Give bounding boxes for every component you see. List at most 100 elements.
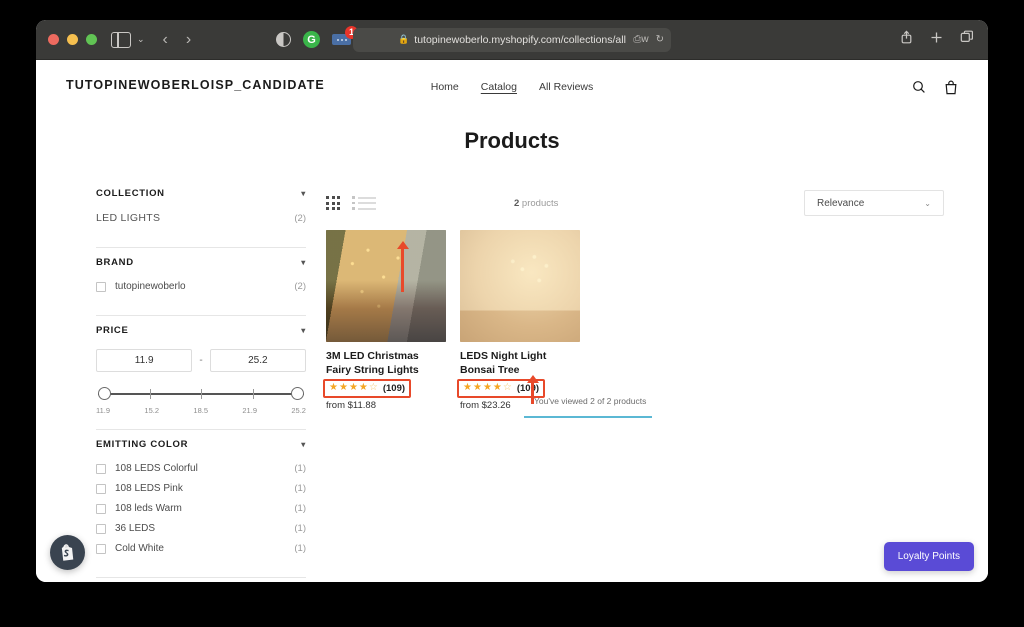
browser-titlebar: ⌄ ‹ › G 1 🔒 tutopinewoberlo.myshopify.co… — [36, 20, 988, 60]
review-count: (109) — [382, 382, 406, 394]
checkbox[interactable] — [96, 523, 106, 534]
filter-option-count: (1) — [294, 463, 306, 475]
checkbox[interactable] — [96, 281, 106, 292]
product-title[interactable]: LEDS Night Light Bonsai Tree — [460, 349, 580, 377]
filter-option-108-leds-colorful[interactable]: 108 LEDS Colorful (1) — [96, 463, 306, 474]
slider-tick — [149, 389, 151, 400]
sidebar-toggle-icon[interactable] — [111, 31, 131, 48]
window-controls[interactable] — [48, 34, 97, 45]
filter-option-count: (2) — [294, 212, 306, 224]
filter-option-label: tutopinewoberlo — [115, 281, 186, 293]
star-icon: ★ — [482, 382, 492, 394]
store-name[interactable]: TUTOPINEWOBERLOISP_CANDIDATE — [66, 76, 324, 94]
star-icon: ★ — [472, 382, 482, 394]
catalog-body: COLLECTION ▾ LED LIGHTS (2) BRAND ▾ tuto… — [36, 188, 988, 579]
browser-window: ⌄ ‹ › G 1 🔒 tutopinewoberlo.myshopify.co… — [36, 20, 988, 582]
product-title[interactable]: 3M LED Christmas Fairy String Lights — [326, 349, 446, 377]
shopify-chat-bubble[interactable] — [50, 535, 85, 570]
price-min-input[interactable]: 11.9 — [96, 349, 193, 373]
shopify-bag-icon — [61, 544, 74, 561]
url-bar[interactable]: 🔒 tutopinewoberlo.myshopify.com/collecti… — [353, 27, 671, 52]
filter-option-label: 36 LEDS — [115, 523, 156, 535]
filter-option-108-leds-pink[interactable]: 108 LEDS Pink (1) — [96, 483, 306, 494]
price-separator: - — [199, 355, 203, 367]
checkbox[interactable] — [96, 543, 106, 554]
price-tick: 18.5 — [193, 406, 209, 416]
price-max-input[interactable]: 25.2 — [209, 349, 306, 373]
new-tab-button[interactable] — [930, 31, 943, 49]
chevron-down-icon[interactable]: ⌄ — [137, 34, 145, 45]
page-title: Products — [464, 128, 560, 154]
desktop-background: ⌄ ‹ › G 1 🔒 tutopinewoberlo.myshopify.co… — [0, 0, 1024, 627]
search-icon[interactable] — [912, 80, 926, 94]
filter-option-label: LED LIGHTS — [96, 212, 161, 225]
filter-header-brand[interactable]: BRAND ▾ — [96, 257, 306, 268]
filter-option-label: Cold White — [115, 543, 164, 555]
lock-icon: 🔒 — [398, 34, 410, 44]
reader-icon[interactable]: ⎙w — [633, 34, 648, 45]
filter-option-led-lights[interactable]: LED LIGHTS (2) — [96, 212, 306, 224]
grammarly-extension-icon[interactable]: G — [303, 31, 320, 48]
product-count: 2 products — [514, 198, 558, 209]
chevron-down-icon[interactable]: ▾ — [301, 189, 306, 198]
close-window-button[interactable] — [48, 34, 59, 45]
minimize-window-button[interactable] — [67, 34, 78, 45]
slider-knob-min[interactable] — [98, 387, 111, 401]
tabs-overview-icon[interactable] — [960, 30, 974, 49]
annotation-arrow — [396, 241, 409, 293]
filter-option-count: (1) — [294, 523, 306, 535]
filter-header-collection[interactable]: COLLECTION ▾ — [96, 188, 306, 199]
filter-option-tutopinewoberlo[interactable]: tutopinewoberlo (2) — [96, 281, 306, 292]
contrast-icon[interactable] — [276, 32, 291, 47]
list-view-icon[interactable] — [352, 196, 376, 210]
filter-group-price: PRICE ▾ 11.9 - 25.2 11.9 15.2 18.5 21.9 … — [96, 316, 306, 431]
review-count: (109) — [516, 382, 540, 394]
filter-option-label: 108 LEDS Pink — [115, 483, 183, 495]
bonsai-tree-light-photo[interactable] — [460, 230, 580, 343]
reload-icon[interactable]: ↻ — [656, 34, 664, 45]
string-lights-room-photo[interactable] — [326, 230, 446, 343]
star-icon: ★ — [348, 382, 358, 394]
filter-option-36-leds[interactable]: 36 LEDS (1) — [96, 523, 306, 534]
chevron-down-icon[interactable]: ▾ — [301, 440, 306, 449]
slider-tick — [252, 389, 254, 400]
filter-option-108-leds-warm[interactable]: 108 leds Warm (1) — [96, 503, 306, 514]
main-navigation: Home Catalog All Reviews — [431, 81, 593, 93]
sort-dropdown[interactable]: Relevance ⌄ — [804, 190, 944, 217]
price-tick: 11.9 — [96, 406, 111, 416]
checkbox[interactable] — [96, 463, 106, 474]
back-button[interactable]: ‹ — [163, 31, 168, 49]
filter-option-count: (1) — [294, 483, 306, 495]
shopping-bag-icon[interactable] — [944, 80, 958, 95]
half-star-icon: ☆ — [502, 382, 512, 394]
loyalty-points-button[interactable]: Loyalty Points — [883, 542, 974, 571]
forward-button[interactable]: › — [186, 31, 191, 49]
extension-icon[interactable]: 1 — [332, 26, 358, 45]
slider-knob-max[interactable] — [291, 387, 304, 401]
nav-item-all-reviews[interactable]: All Reviews — [539, 81, 593, 93]
product-rating[interactable]: ★ ★ ★ ★ ☆ (109) — [457, 378, 546, 398]
maximize-window-button[interactable] — [86, 34, 97, 45]
chevron-down-icon[interactable]: ▾ — [301, 258, 306, 267]
checkbox[interactable] — [96, 483, 106, 494]
product-rating[interactable]: ★ ★ ★ ★ ☆ (109) — [323, 378, 412, 398]
site-header: TUTOPINEWOBERLOISP_CANDIDATE Home Catalo… — [36, 60, 988, 106]
star-icon: ★ — [358, 382, 368, 394]
price-inputs: 11.9 - 25.2 — [96, 349, 306, 373]
filter-option-label: 108 leds Warm — [115, 503, 182, 515]
product-card[interactable]: 3M LED Christmas Fairy String Lights ★ ★… — [323, 230, 446, 411]
filter-option-count: (2) — [294, 281, 306, 293]
chevron-down-icon[interactable]: ▾ — [301, 326, 306, 335]
filter-option-cold-white[interactable]: Cold White (1) — [96, 543, 306, 554]
share-icon[interactable] — [900, 30, 913, 49]
checkbox[interactable] — [96, 503, 106, 514]
nav-item-catalog[interactable]: Catalog — [481, 81, 517, 93]
filter-option-count: (1) — [294, 543, 306, 555]
star-icon: ★ — [463, 382, 472, 394]
product-card[interactable]: LEDS Night Light Bonsai Tree ★ ★ ★ ★ ☆ (… — [457, 230, 580, 411]
filter-header-emitting-color[interactable]: EMITTING COLOR ▾ — [96, 439, 306, 450]
price-range-slider[interactable] — [98, 387, 304, 401]
nav-item-home[interactable]: Home — [431, 81, 459, 93]
grid-view-icon[interactable] — [326, 196, 341, 211]
filter-header-price[interactable]: PRICE ▾ — [96, 325, 306, 336]
